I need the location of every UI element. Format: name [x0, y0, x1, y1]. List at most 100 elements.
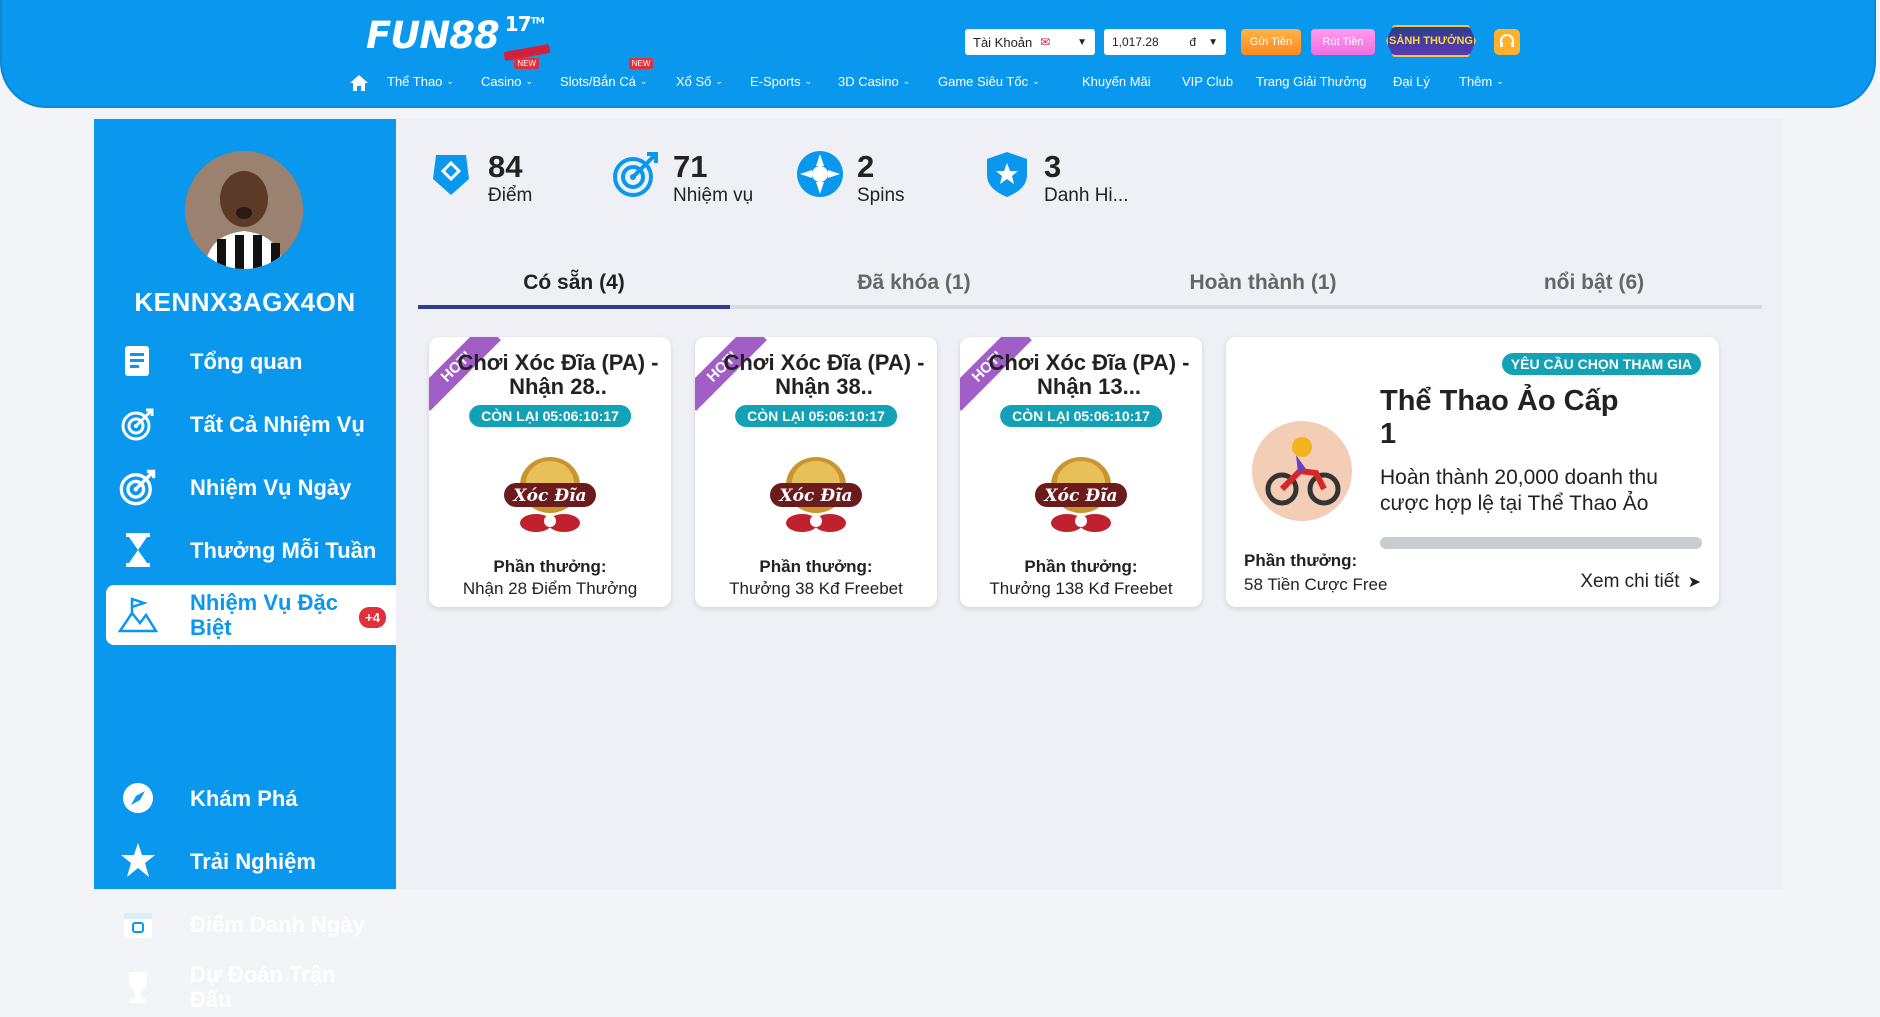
- username: KENNX3AGX4ON: [134, 287, 356, 317]
- arrow-right-icon: ➤: [1687, 574, 1701, 591]
- nav-item-esports[interactable]: E-Sports ⌄: [750, 74, 812, 89]
- nav-item-khuyen-mai[interactable]: Khuyến Mãi: [1082, 74, 1151, 89]
- sidebar-item-kham-pha[interactable]: Khám Phá: [106, 768, 396, 828]
- stat-value: 2: [857, 149, 875, 184]
- tab-locked[interactable]: Đã khóa (1): [758, 265, 1070, 305]
- sidebar-item-tong-quan[interactable]: Tổng quan: [106, 331, 396, 391]
- balance-select[interactable]: 1,017.28 đ ▼: [1104, 29, 1226, 55]
- reward-label: Phần thưởng:: [493, 557, 607, 576]
- compass-icon: [106, 781, 170, 815]
- nav-item-trang-giai-thuong[interactable]: Trang Giải Thưởng: [1256, 74, 1366, 89]
- chevron-down-icon: ⌄: [525, 76, 534, 86]
- mission-card[interactable]: HOT! Chơi Xóc Đĩa (PA) - Nhận 38.. CÒN L…: [695, 337, 937, 607]
- mission-card[interactable]: HOT! Chơi Xóc Đĩa (PA) - Nhận 28.. CÒN L…: [429, 337, 671, 607]
- stat-value: 3: [1044, 149, 1062, 184]
- stat-spins: 2 Spins: [795, 149, 905, 207]
- nav-item-game-sieu-toc[interactable]: Game Siêu Tốc ⌄: [938, 74, 1040, 89]
- sidebar-item-label: Thưởng Mỗi Tuần: [190, 537, 377, 563]
- shield-star-icon: [987, 152, 1027, 197]
- featured-mission-card[interactable]: YÊU CẦU CHỌN THAM GIA Thể Thao Ảo Cấp 1 …: [1226, 337, 1719, 607]
- nav-item-casino[interactable]: Casino ⌄ NEW: [481, 58, 540, 89]
- xoc-dia-game-icon: Xóc Đĩa: [1035, 457, 1127, 532]
- sidebar-item-trai-nghiem[interactable]: Trải Nghiệm: [106, 831, 396, 891]
- svg-text:Xóc Đĩa: Xóc Đĩa: [778, 486, 852, 506]
- count-badge: +4: [359, 607, 386, 628]
- stat-label: Spins: [857, 185, 905, 206]
- reward-hall-button[interactable]: SẢNH THƯỞNG: [1386, 25, 1476, 57]
- avatar[interactable]: [185, 151, 303, 269]
- withdraw-button[interactable]: Rút Tiền: [1311, 29, 1375, 55]
- anniversary-badge: 17TM: [504, 12, 545, 36]
- chevron-down-icon: ▼: [1077, 36, 1087, 48]
- deposit-button[interactable]: Gửi Tiền: [1241, 29, 1301, 55]
- mission-card[interactable]: HOT! Chơi Xóc Đĩa (PA) - Nhận 13... CÒN …: [960, 337, 1202, 607]
- target-icon: [106, 406, 170, 442]
- account-select[interactable]: Tài Khoản ✉ ▼: [965, 29, 1095, 55]
- view-detail-label: Xem chi tiết: [1580, 571, 1680, 592]
- sidebar-item-du-doan-tran-dau[interactable]: Dự Đoán Trận Đấu: [106, 957, 396, 1017]
- tab-featured[interactable]: nổi bật (6): [1438, 265, 1750, 305]
- headset-icon: [1500, 34, 1514, 47]
- chevron-down-icon: ⌄: [804, 76, 813, 86]
- reward-label: Phần thưởng:: [759, 557, 873, 576]
- reward-value: 58 Tiền Cược Free: [1244, 575, 1388, 594]
- countdown-badge: CÒN LẠI 05:06:10:17: [469, 405, 631, 427]
- stat-missions: 71 Nhiệm vụ: [611, 149, 753, 207]
- fun88-logo[interactable]: FUN88 17TM: [366, 12, 551, 61]
- stat-titles: 3 Danh Hi...: [982, 149, 1128, 207]
- calendar-icon: [106, 908, 170, 940]
- nav-item-dai-ly[interactable]: Đại Lý: [1393, 74, 1430, 89]
- sidebar-item-thuong-moi-tuan[interactable]: Thưởng Mỗi Tuần: [106, 520, 396, 580]
- nav-item-vip-club[interactable]: VIP Club: [1182, 74, 1233, 89]
- reward-value: Nhận 28 Điểm Thưởng: [462, 579, 638, 598]
- nav-item-3d-casino[interactable]: 3D Casino ⌄: [838, 74, 910, 89]
- mail-icon: ✉: [1040, 35, 1051, 49]
- tab-completed[interactable]: Hoàn thành (1): [1107, 265, 1419, 305]
- account-select-label: Tài Khoản: [973, 34, 1033, 50]
- document-icon: [106, 344, 170, 378]
- new-badge: NEW: [514, 58, 540, 69]
- chevron-down-icon: ⌄: [446, 76, 454, 86]
- sidebar-item-tat-ca-nhiem-vu[interactable]: Tất Cả Nhiệm Vụ: [106, 394, 396, 454]
- sidebar-item-label: Dự Đoán Trận Đấu: [190, 962, 336, 1012]
- sidebar-item-label: Điểm Danh Ngày: [190, 911, 365, 937]
- countdown-badge: CÒN LẠI 05:06:10:17: [735, 405, 897, 427]
- nav-item-them[interactable]: Thêm ⌄: [1459, 74, 1504, 89]
- sidebar-item-diem-danh-ngay[interactable]: Điểm Danh Ngày: [106, 894, 396, 954]
- nav-item-the-thao[interactable]: Thể Thao ⌄: [387, 74, 454, 89]
- mission-tabs: Có sẵn (4) Đã khóa (1) Hoàn thành (1) nổ…: [418, 265, 1762, 309]
- svg-text:Xóc Đĩa: Xóc Đĩa: [1043, 486, 1117, 506]
- stat-value: 71: [673, 149, 708, 184]
- sidebar-item-label: Tất Cả Nhiệm Vụ: [190, 411, 365, 437]
- progress-bar: [1380, 537, 1702, 549]
- balance-value: 1,017.28: [1112, 35, 1159, 49]
- target-icon: [106, 467, 170, 507]
- star-burst-icon: [106, 841, 170, 881]
- sidebar: KENNX3AGX4ON Tổng quan Tất Cả Nhiệm Vụ N…: [94, 119, 396, 1012]
- chevron-down-icon: ▼: [1208, 36, 1218, 48]
- sidebar-item-label: Khám Phá: [190, 785, 298, 811]
- stat-label: Danh Hi...: [1044, 185, 1129, 206]
- hourglass-icon: [106, 532, 170, 568]
- avatar-image: [185, 151, 303, 269]
- nav-item-slots[interactable]: Slots/Bắn Cá ⌄ NEW: [560, 58, 654, 89]
- reward-label: Phần thưởng:: [1244, 551, 1358, 570]
- reward-value: Thưởng 138 Kđ Freebet: [989, 579, 1173, 598]
- support-button[interactable]: [1494, 29, 1520, 55]
- currency-symbol: đ: [1189, 35, 1197, 49]
- countdown-badge: CÒN LẠI 05:06:10:17: [1000, 405, 1162, 427]
- view-detail-link[interactable]: Xem chi tiết ➤: [1580, 571, 1701, 593]
- logo-text: FUN88: [366, 14, 500, 57]
- mission-title: Chơi Xóc Đĩa (PA) - Nhận 13...: [988, 350, 1190, 399]
- nav-item-xo-so[interactable]: Xổ Số ⌄: [676, 74, 723, 89]
- mission-title: Chơi Xóc Đĩa (PA) - Nhận 38..: [723, 350, 925, 399]
- sidebar-item-label: Nhiệm Vụ Ngày: [190, 474, 352, 500]
- stat-label: Nhiệm vụ: [673, 185, 754, 206]
- sidebar-item-label: Tổng quan: [190, 348, 303, 374]
- new-badge: NEW: [628, 58, 654, 69]
- tab-available[interactable]: Có sẵn (4): [418, 265, 730, 309]
- top-header: FUN88 17TM Tài Khoản ✉ ▼ 1,017.28 đ ▼ Gử…: [0, 0, 1876, 108]
- sidebar-item-nhiem-vu-ngay[interactable]: Nhiệm Vụ Ngày: [106, 457, 396, 517]
- stat-value: 84: [488, 149, 523, 184]
- sidebar-item-nhiem-vu-dac-biet[interactable]: Nhiệm Vụ Đặc Biệt +4: [106, 585, 396, 645]
